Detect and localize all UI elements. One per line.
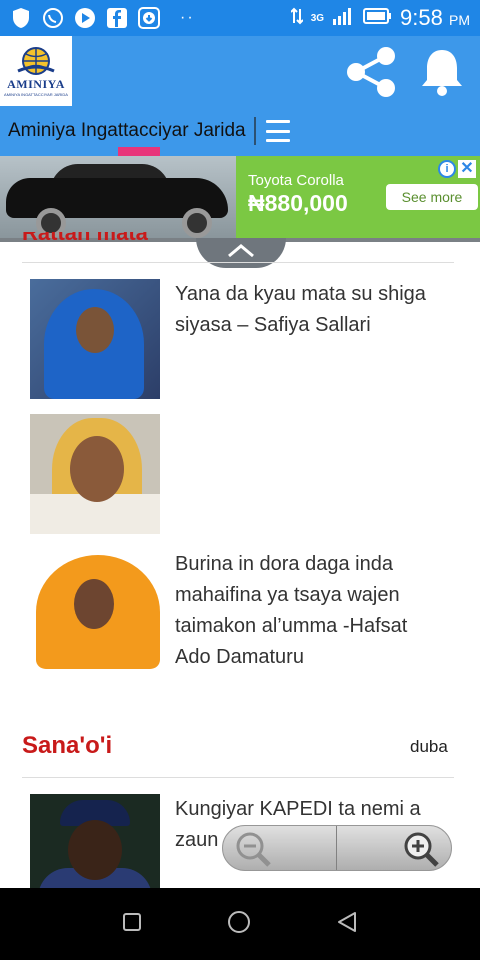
more-notifications-icon: ·· [180,9,195,26]
logo-subtext: AMINIYA INGATTACCIYAR JARIDA [4,92,68,97]
section-divider [22,262,454,263]
network-type: 3G [310,12,325,24]
back-button[interactable] [335,910,359,939]
article-title[interactable]: Burina in dora daga inda mahaifina ya ts… [175,549,445,673]
ad-close-icon[interactable]: ✕ [458,160,476,178]
download-icon [138,7,160,29]
system-nav-bar [0,888,480,960]
site-title[interactable]: Aminiya Ingattacciyar Jarida [8,120,246,142]
bell-icon[interactable] [418,46,466,103]
whatsapp-icon [42,7,64,29]
ad-title[interactable]: Toyota Corolla [248,172,344,189]
site-logo[interactable]: AMINIYA AMINIYA INGATTACCIYAR JARIDA [0,36,72,106]
section-heading[interactable]: Sana'o'i [22,732,112,760]
article-item[interactable]: Burina in dora daga inda mahaifina ya ts… [30,549,445,673]
title-divider [253,117,256,145]
article-thumbnail[interactable] [30,414,160,534]
app-screen: ·· 3G 9:58 PM AMINIYA AMINIYA INGATTACCI… [0,0,480,960]
section-divider [22,777,454,778]
signal-icon [332,7,354,30]
article-thumbnail[interactable] [30,549,160,669]
zoom-control [222,825,452,871]
zoom-out-icon [236,832,271,867]
play-icon [74,7,96,29]
home-button[interactable] [226,909,252,940]
globe-logo-icon [17,47,55,75]
facebook-icon [106,7,128,29]
share-icon[interactable] [344,46,398,103]
recent-apps-button[interactable] [121,911,143,938]
article-item[interactable] [30,414,445,534]
zoom-in-button[interactable] [337,826,451,870]
data-transfer-icon [289,7,304,30]
see-all-link[interactable]: duba [410,737,448,757]
article-thumbnail[interactable] [30,794,160,888]
active-tab-indicator [118,147,160,156]
clock: 9:58 PM [400,5,470,30]
chevron-up-icon [228,244,254,258]
ad-see-more-button[interactable]: See more [386,184,478,210]
article-item[interactable]: Yana da kyau mata su shiga siyasa – Safi… [30,279,445,399]
battery-icon [362,7,392,30]
status-bar: ·· 3G 9:58 PM [0,0,480,36]
article-title[interactable]: Yana da kyau mata su shiga siyasa – Safi… [175,279,445,399]
ad-car-image [0,156,236,238]
article-thumbnail[interactable] [30,279,160,399]
article-title[interactable] [175,414,445,534]
ad-info-icon[interactable]: i [438,160,456,178]
zoom-out-button[interactable] [223,826,337,870]
title-bar: Aminiya Ingattacciyar Jarida [0,106,480,156]
scroll-up-button[interactable] [196,238,286,268]
zoom-in-icon [404,832,439,867]
hamburger-menu-icon[interactable] [265,120,290,142]
app-header: AMINIYA AMINIYA INGATTACCIYAR JARIDA [0,36,480,106]
logo-text: AMINIYA [7,77,65,91]
shield-icon [10,7,32,29]
ad-price[interactable]: ₦880,000 [248,190,348,217]
